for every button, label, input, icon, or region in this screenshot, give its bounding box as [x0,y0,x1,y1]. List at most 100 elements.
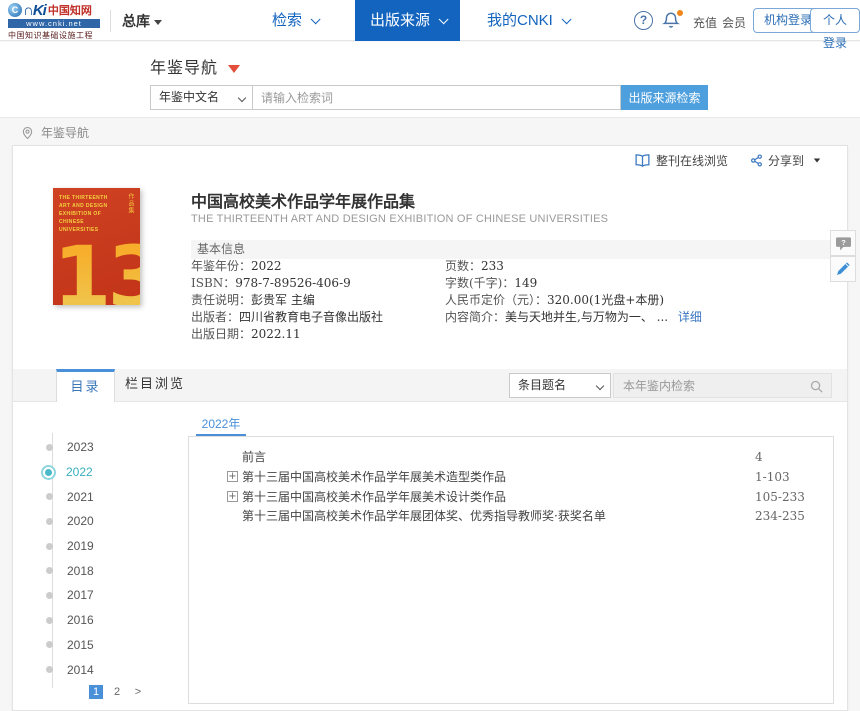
nav-my-cnki[interactable]: 我的CNKI [487,0,568,41]
search-input[interactable] [253,85,621,110]
year-dot [46,444,53,451]
notification-bell-icon[interactable] [662,11,681,30]
nav-database-dropdown[interactable]: 总库 [122,11,162,31]
year-dot [46,543,53,550]
subheader: 年鉴导航 年鉴中文名 出版来源检索 [0,42,860,118]
caret-down-icon [154,20,162,25]
field-price: 人民币定价（元）：320.00(1光盘+本册) [445,292,702,309]
year-item-2018[interactable]: 2018 [46,558,94,583]
book-cover[interactable]: THE THIRTEENTH ART AND DESIGN EXHIBITION… [53,188,140,305]
field-responsibility: 责任说明：彭贵军 主编 [191,292,383,309]
logo-subtitle: 中国知识基础设施工程 [8,30,108,41]
page-1-button[interactable]: 1 [89,685,103,699]
share-dropdown[interactable]: 分享到 [750,152,821,169]
page-2-button[interactable]: 2 [110,685,124,699]
page-next-button[interactable]: > [131,685,145,699]
location-pin-icon [22,126,33,140]
chevron-down-icon [562,14,572,24]
detail-link[interactable]: 详细 [678,310,702,324]
recharge-link[interactable]: 充值 [693,14,717,31]
toc-entry-pages: 234-235 [755,506,805,526]
year-dot [46,666,53,673]
book-english-title: THE THIRTEENTH ART AND DESIGN EXHIBITION… [191,213,608,225]
expand-plus-icon[interactable] [227,471,238,482]
svg-text:?: ? [841,238,846,247]
page-title: 年鉴导航 [150,54,240,78]
search-field-select[interactable]: 年鉴中文名 [150,85,253,110]
tabs-band: 目录 栏目浏览 条目题名 [13,369,847,402]
year-timeline: 2023 2022 2021 2020 2019 2018 2017 2016 … [46,435,94,682]
caret-down-icon [814,159,820,163]
publication-search-button[interactable]: 出版来源检索 [621,85,708,110]
chevron-down-icon [596,382,604,390]
breadcrumb: 年鉴导航 [22,124,89,141]
toc-entry-title[interactable]: 前言 [242,447,266,467]
year-item-2020[interactable]: 2020 [46,509,94,534]
year-dot [46,592,53,599]
cnki-logo[interactable]: C ∩Ki 中国知网 www.cnki.net 中国知识基础设施工程 [8,2,108,41]
side-toolbar: ? [830,230,856,282]
table-row: 第十三届中国高校美术作品学年展团体奖、优秀指导教师奖·获奖名单 234-235 [189,506,833,526]
view-whole-book-link[interactable]: 整刊在线浏览 [634,152,728,169]
member-link[interactable]: 会员 [722,14,746,31]
chevron-down-icon [439,14,449,24]
table-row: 第十三届中国高校美术作品学年展美术设计类作品 105-233 [189,487,833,507]
field-pages: 页数：233 [445,258,702,275]
entry-title-select[interactable]: 条目题名 [509,373,611,398]
main-panel: 整刊在线浏览 分享到 THE THIRTEENTH ART AND DESIGN… [12,145,848,711]
year-tab-2022[interactable]: 2022年 [196,414,246,436]
year-item-2022-active[interactable]: 2022 [46,460,94,485]
notification-dot [677,10,683,16]
red-dropdown-triangle-icon[interactable] [228,65,240,73]
year-item-2023[interactable]: 2023 [46,435,94,460]
year-dot [46,518,53,525]
help-icon[interactable]: ? [634,11,653,30]
tab-column-browse[interactable]: 栏目浏览 [115,369,195,402]
table-of-contents: 前言 4 第十三届中国高校美术作品学年展美术造型类作品 1-103 第十三届中国… [188,436,834,704]
year-pagination: 1 2 > [89,685,145,699]
comment-question-button[interactable]: ? [830,230,856,256]
book-title: 中国高校美术作品学年展作品集 [191,188,415,212]
field-abstract: 内容简介：美与天地并生,与万物为一、 ... 详细 [445,309,702,326]
expand-plus-icon[interactable] [227,491,238,502]
tab-catalog[interactable]: 目录 [56,369,115,402]
toc-entry-title[interactable]: 第十三届中国高校美术作品学年展团体奖、优秀指导教师奖·获奖名单 [242,506,606,526]
toc-entry-pages: 1-103 [755,467,790,487]
personal-login-button[interactable]: 个人登录 [810,8,860,33]
cover-vertical-title: 作品集 [126,193,135,214]
table-row: 前言 4 [189,447,833,467]
search-icon[interactable] [809,379,824,394]
year-dot [46,567,53,574]
nav-publication-source[interactable]: 出版来源 [355,0,460,41]
edit-correction-button[interactable] [830,256,856,282]
top-navbar: C ∩Ki 中国知网 www.cnki.net 中国知识基础设施工程 总库 检索… [0,0,860,41]
breadcrumb-label[interactable]: 年鉴导航 [41,124,89,141]
basic-info-section-title: 基本信息 [191,240,836,259]
logo-chinese-text: 中国知网 [48,2,92,18]
nav-search[interactable]: 检索 [272,0,317,41]
year-item-2015[interactable]: 2015 [46,633,94,658]
toc-entry-title[interactable]: 第十三届中国高校美术作品学年展美术设计类作品 [242,487,506,507]
cover-big-number: 13 [53,235,140,305]
field-year: 年鉴年份：2022 [191,258,383,275]
year-item-2014[interactable]: 2014 [46,657,94,682]
cnki-globe-icon: C [8,3,22,17]
year-item-2021[interactable]: 2021 [46,484,94,509]
year-item-2016[interactable]: 2016 [46,608,94,633]
share-icon [750,154,763,167]
inbook-search [613,373,832,398]
table-row: 第十三届中国高校美术作品学年展美术造型类作品 1-103 [189,467,833,487]
divider [110,10,111,32]
chevron-down-icon [311,14,321,24]
year-item-2019[interactable]: 2019 [46,534,94,559]
logo-cnki-text: ∩Ki [23,2,46,19]
year-dot-active [43,467,54,478]
logo-url: www.cnki.net [8,19,100,28]
field-word-count: 字数(千字)：149 [445,275,702,292]
chevron-down-icon [238,94,246,102]
toc-entry-pages: 4 [755,447,763,467]
year-dot [46,617,53,624]
year-item-2017[interactable]: 2017 [46,583,94,608]
inbook-search-input[interactable] [614,374,831,397]
toc-entry-title[interactable]: 第十三届中国高校美术作品学年展美术造型类作品 [242,467,506,487]
